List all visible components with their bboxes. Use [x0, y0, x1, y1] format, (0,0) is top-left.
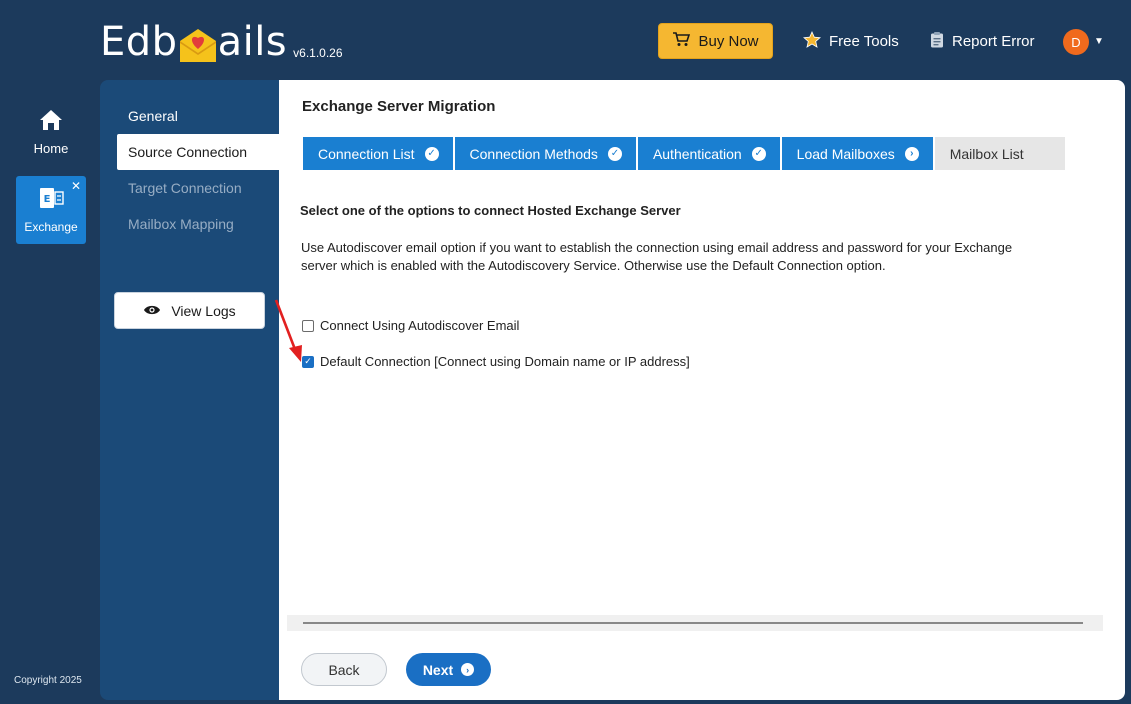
cart-icon	[672, 31, 691, 51]
free-tools-label: Free Tools	[829, 33, 899, 50]
exchange-label: Exchange	[24, 219, 78, 234]
main-panel	[279, 80, 1125, 700]
step-general[interactable]: General	[128, 108, 178, 124]
tab-connection-methods[interactable]: Connection Methods ✓	[454, 137, 636, 170]
option-label: Connect Using Autodiscover Email	[320, 318, 520, 333]
red-arrow-icon	[272, 298, 312, 369]
check-circle-icon: ✓	[751, 146, 766, 161]
tab-label: Load Mailboxes	[796, 145, 895, 162]
steps-panel	[100, 80, 290, 700]
report-error-label: Report Error	[952, 33, 1035, 50]
nav-home[interactable]: Home	[16, 108, 86, 168]
home-label: Home	[33, 141, 69, 156]
next-button[interactable]: Next ›	[406, 653, 491, 686]
logo-text-right: ails	[217, 19, 288, 65]
buy-now-button[interactable]: Buy Now	[658, 23, 773, 59]
buy-now-label: Buy Now	[698, 32, 759, 50]
tab-mailbox-list[interactable]: Mailbox List	[934, 137, 1065, 170]
close-icon[interactable]: ✕	[71, 179, 81, 193]
check-circle-icon: ✓	[607, 146, 622, 161]
tab-label: Mailbox List	[949, 145, 1024, 162]
version-label: v6.1.0.26	[293, 46, 343, 60]
section-description: Use Autodiscover email option if you wan…	[301, 240, 1013, 273]
star-icon	[803, 31, 821, 52]
envelope-logo-icon	[179, 26, 217, 62]
step-mailbox-mapping[interactable]: Mailbox Mapping	[128, 216, 234, 232]
option-autodiscover[interactable]: Connect Using Autodiscover Email	[302, 318, 519, 333]
clipboard-icon	[930, 31, 944, 52]
chevron-down-icon[interactable]: ▼	[1094, 36, 1104, 47]
tab-label: Authentication	[652, 145, 742, 162]
tab-label: Connection List	[318, 145, 415, 162]
copyright-text: Copyright 2025	[14, 675, 82, 686]
report-error-link[interactable]: Report Error	[930, 31, 1035, 52]
exchange-icon: E	[38, 187, 64, 212]
tab-connection-list[interactable]: Connection List ✓	[303, 137, 453, 170]
next-label: Next	[422, 661, 454, 678]
view-logs-button[interactable]: View Logs	[114, 292, 265, 329]
svg-text:E: E	[44, 194, 51, 205]
wizard-tabs: Connection List ✓ Connection Methods ✓ A…	[303, 137, 1065, 170]
option-default-connection[interactable]: ✓ Default Connection [Connect using Doma…	[302, 354, 690, 369]
step-target-connection[interactable]: Target Connection	[128, 180, 242, 196]
view-logs-label: View Logs	[171, 302, 236, 319]
eye-icon	[143, 303, 161, 319]
step-source-connection[interactable]: Source Connection	[117, 134, 292, 170]
back-button[interactable]: Back	[301, 653, 387, 686]
tab-load-mailboxes[interactable]: Load Mailboxes ›	[781, 137, 933, 170]
logo-text-left: Edb	[100, 19, 178, 65]
page-title: Exchange Server Migration	[302, 98, 496, 115]
section-subheading: Select one of the options to connect Hos…	[300, 203, 681, 218]
check-circle-icon: ✓	[424, 146, 439, 161]
chevron-right-circle-icon: ›	[461, 663, 475, 676]
user-avatar[interactable]: D	[1063, 29, 1089, 55]
chevron-right-circle-icon: ›	[904, 146, 919, 161]
tab-authentication[interactable]: Authentication ✓	[637, 137, 780, 170]
home-icon	[38, 108, 64, 135]
scrollbar-thumb[interactable]	[303, 622, 1083, 624]
free-tools-link[interactable]: Free Tools	[803, 31, 899, 52]
tab-label: Connection Methods	[469, 145, 598, 162]
app-logo: Edb ails v6.1.0.26	[100, 18, 343, 66]
option-label: Default Connection [Connect using Domain…	[320, 354, 690, 369]
